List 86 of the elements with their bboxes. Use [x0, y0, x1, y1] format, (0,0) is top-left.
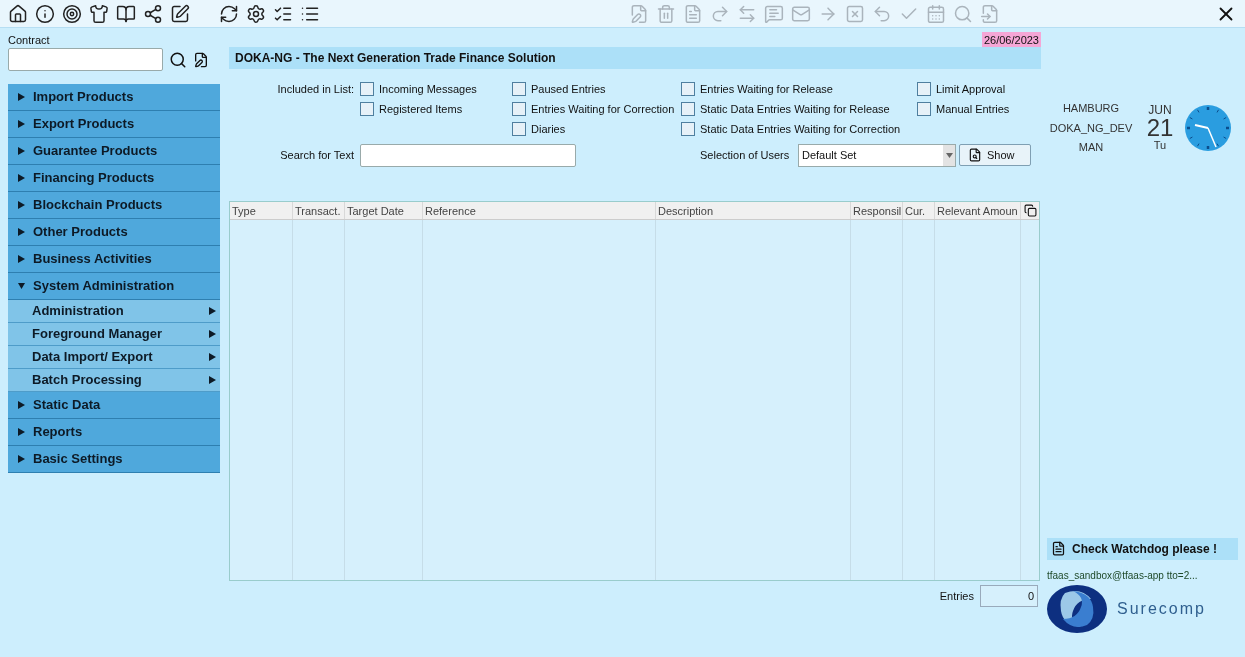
- file-search-icon: [968, 148, 982, 162]
- column-header[interactable]: Description: [656, 202, 851, 219]
- caret-icon: [18, 282, 25, 290]
- checkbox-label: Registered Items: [379, 101, 463, 117]
- caret-icon: [209, 307, 216, 315]
- contract-label: Contract: [8, 33, 51, 46]
- checkbox[interactable]: [512, 102, 526, 116]
- title-bar: DOKA-NG - The Next Generation Trade Finance Solution: [229, 47, 1041, 69]
- column-header[interactable]: Relevant Amoun: [935, 202, 1021, 219]
- clock-icon: [1185, 104, 1231, 151]
- checkbox-label: Diaries: [531, 121, 566, 137]
- checkbox-label: Limit Approval: [936, 81, 1006, 97]
- column-header[interactable]: Cur.: [903, 202, 935, 219]
- search-field[interactable]: [360, 143, 576, 167]
- sidebar-item[interactable]: Export Products: [8, 111, 220, 138]
- users-label: Selection of Users: [700, 147, 791, 163]
- caret-icon: [18, 93, 25, 101]
- caret-icon: [18, 428, 25, 436]
- checkbox[interactable]: [681, 102, 695, 116]
- logo-text: Surecomp: [1117, 598, 1206, 619]
- entries-label: Entries: [939, 588, 974, 604]
- checkbox[interactable]: [360, 82, 374, 96]
- calendar-day: 21: [1146, 116, 1174, 141]
- checkbox[interactable]: [512, 122, 526, 136]
- checkbox-label: Static Data Entries Waiting for Correction: [700, 121, 901, 137]
- caret-icon: [18, 455, 25, 463]
- logo-icon: [1047, 584, 1107, 633]
- search-icon[interactable]: [169, 50, 187, 69]
- sidebar-item[interactable]: Static Data: [8, 392, 220, 419]
- sidebar-item[interactable]: Basic Settings: [8, 446, 220, 473]
- column-header[interactable]: Type: [230, 202, 293, 219]
- sidebar-item[interactable]: Reports: [8, 419, 220, 446]
- sidebar-item[interactable]: Other Products: [8, 219, 220, 246]
- checkbox-label: Paused Entries: [531, 81, 606, 97]
- sidebar-item[interactable]: Guarantee Products: [8, 138, 220, 165]
- entries-count: 0: [980, 585, 1038, 607]
- sidebar-item[interactable]: Blockchain Products: [8, 192, 220, 219]
- checkbox[interactable]: [681, 122, 695, 136]
- caret-icon: [18, 255, 25, 263]
- calendar-month: JUN: [1148, 104, 1172, 117]
- contract-field[interactable]: [8, 48, 163, 71]
- date-label: 26/06/2023: [981, 32, 1041, 47]
- file-edit-icon[interactable]: [193, 51, 209, 68]
- caret-icon: [209, 330, 216, 338]
- user-info: HAMBURG: [1062, 101, 1120, 116]
- checkbox[interactable]: [360, 102, 374, 116]
- search-label: Search for Text: [279, 147, 355, 163]
- caret-icon: [18, 174, 25, 182]
- session-text: tfaas_sandbox@tfaas-app tto=2...: [1047, 568, 1199, 583]
- caret-icon: [18, 201, 25, 209]
- sidebar-item[interactable]: System Administration: [8, 273, 220, 300]
- sidebar-item[interactable]: Business Activities: [8, 246, 220, 273]
- checkbox[interactable]: [917, 102, 931, 116]
- filter-label: Included in List:: [276, 82, 355, 96]
- caret-icon: [943, 144, 955, 166]
- caret-icon: [209, 376, 216, 384]
- checkbox-label: Static Data Entries Waiting for Release: [700, 101, 890, 117]
- user-info: DOKA_NG_DEV: [1049, 120, 1133, 136]
- sidebar-item[interactable]: Import Products: [8, 84, 220, 111]
- sidebar-subitem[interactable]: Foreground Manager: [8, 323, 220, 346]
- users-dropdown[interactable]: Default Set: [798, 143, 956, 167]
- sidebar-item[interactable]: Financing Products: [8, 165, 220, 192]
- calendar-weekday: Tu: [1153, 140, 1167, 152]
- column-header[interactable]: Responsil: [851, 202, 903, 219]
- watchdog-bar[interactable]: Check Watchdog please !: [1047, 537, 1238, 560]
- caret-icon: [18, 147, 25, 155]
- column-header[interactable]: Reference: [423, 202, 656, 219]
- caret-icon: [209, 353, 216, 361]
- user-info: MAN: [1078, 140, 1104, 155]
- checkbox-label: Entries Waiting for Release: [700, 81, 833, 97]
- checkbox[interactable]: [512, 82, 526, 96]
- checkbox-label: Manual Entries: [936, 101, 1010, 117]
- copy-icon[interactable]: [1021, 202, 1039, 219]
- caret-icon: [18, 401, 25, 409]
- caret-icon: [18, 120, 25, 128]
- show-button[interactable]: Show: [959, 144, 1031, 166]
- caret-icon: [18, 228, 25, 236]
- column-header[interactable]: Transact.: [293, 202, 345, 219]
- checkbox-label: Incoming Messages: [379, 81, 477, 97]
- checkbox[interactable]: [681, 82, 695, 96]
- sidebar-subitem[interactable]: Administration: [8, 300, 220, 323]
- checkbox-label: Entries Waiting for Correction: [531, 101, 675, 117]
- column-header[interactable]: Target Date: [345, 202, 423, 219]
- sidebar-subitem[interactable]: Batch Processing: [8, 369, 220, 392]
- sidebar-subitem[interactable]: Data Import/ Export: [8, 346, 220, 369]
- checkbox[interactable]: [917, 82, 931, 96]
